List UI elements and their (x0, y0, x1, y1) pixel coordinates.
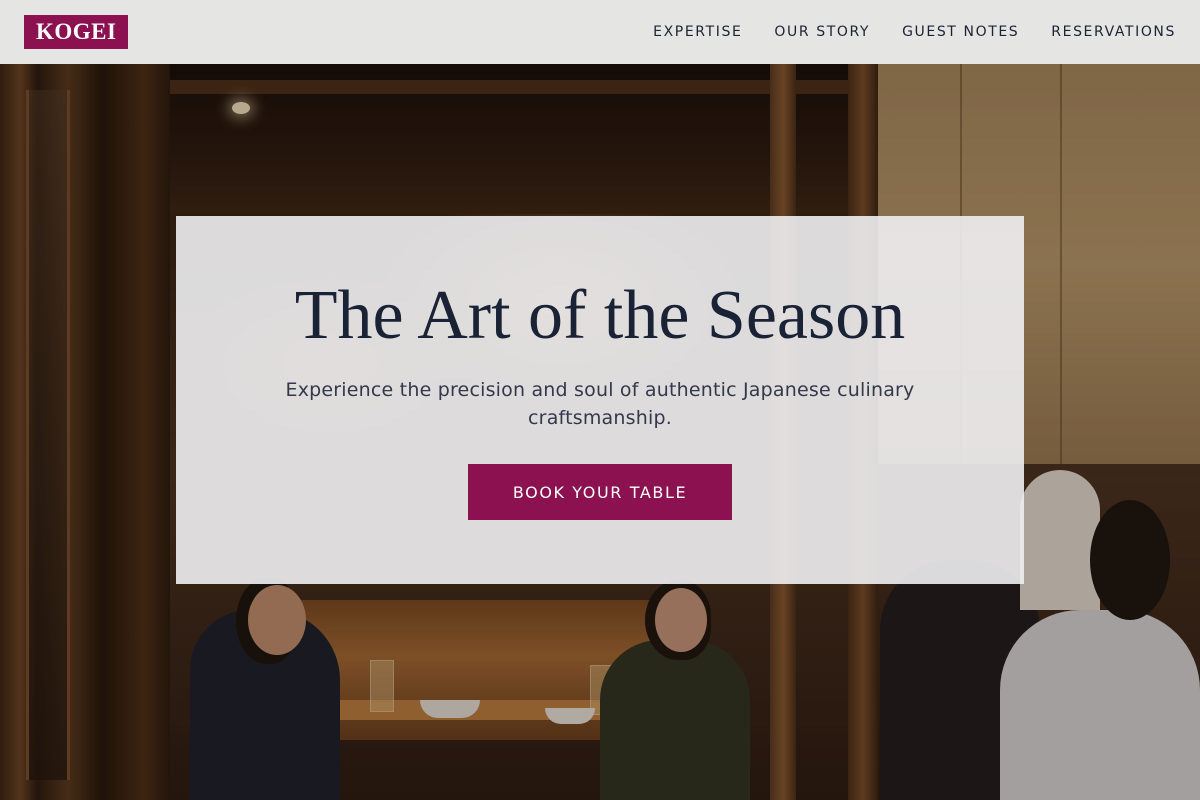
hero-title: The Art of the Season (294, 277, 906, 354)
nav-link-our-story[interactable]: OUR STORY (774, 24, 870, 40)
primary-nav: EXPERTISE OUR STORY GUEST NOTES RESERVAT… (653, 24, 1176, 40)
top-navbar: KOGEI EXPERTISE OUR STORY GUEST NOTES RE… (0, 0, 1200, 64)
nav-link-expertise[interactable]: EXPERTISE (653, 24, 742, 40)
hero-subtitle: Experience the precision and soul of aut… (285, 379, 915, 429)
brand-logo[interactable]: KOGEI (24, 15, 129, 49)
nav-link-reservations[interactable]: RESERVATIONS (1051, 24, 1176, 40)
book-table-button[interactable]: BOOK YOUR TABLE (468, 464, 732, 520)
nav-link-guest-notes[interactable]: GUEST NOTES (902, 24, 1019, 40)
